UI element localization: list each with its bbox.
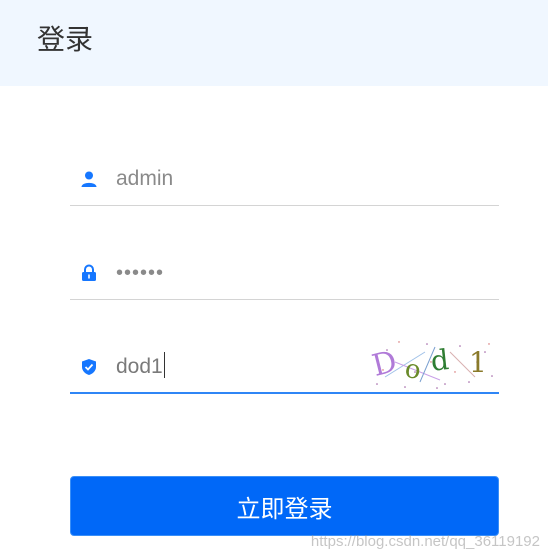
watermark: https://blog.csdn.net/qq_36119192 [310, 533, 540, 550]
username-field[interactable]: admin [70, 150, 499, 206]
username-input[interactable]: admin [116, 164, 173, 194]
captcha-char: D [369, 344, 401, 384]
lock-icon [80, 264, 98, 282]
user-icon [80, 170, 98, 188]
login-header: 登录 [0, 0, 548, 86]
captcha-input[interactable]: dod1 [116, 352, 165, 382]
captcha-char: d [429, 343, 450, 378]
page-title: 登录 [37, 23, 94, 56]
password-input[interactable]: •••••• [116, 258, 164, 288]
text-caret [163, 352, 165, 379]
captcha-field[interactable]: dod1 D o d 1 [70, 338, 499, 394]
captcha-char: 1 [469, 346, 487, 379]
password-field[interactable]: •••••• [70, 244, 499, 300]
captcha-char: o [403, 354, 423, 386]
captcha-image[interactable]: D o d 1 [365, 332, 499, 392]
shield-icon [80, 358, 98, 376]
captcha-input-text: dod1 [116, 355, 163, 378]
login-button[interactable]: 立即登录 [70, 476, 499, 536]
